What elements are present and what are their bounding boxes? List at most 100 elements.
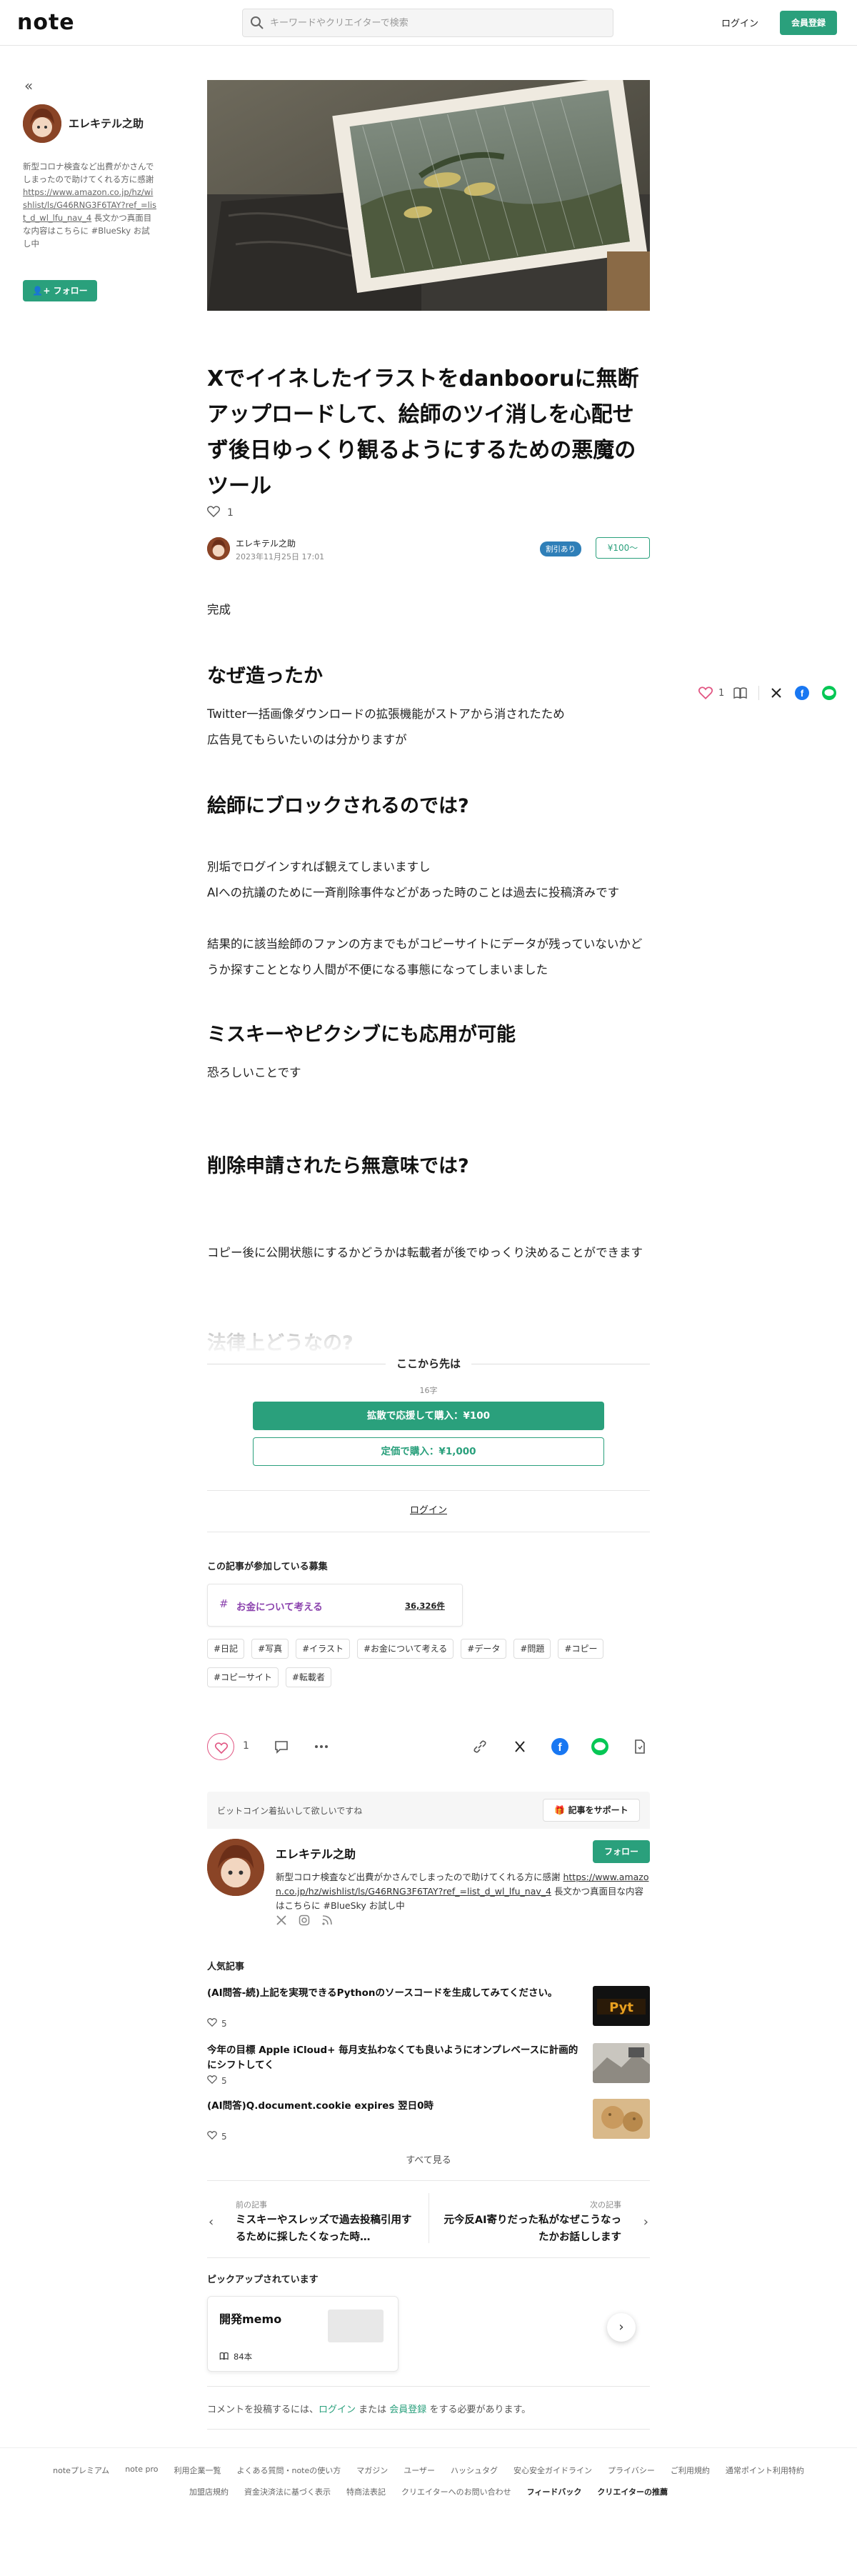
comment-text-2: または [356,2405,390,2415]
next-article-title[interactable]: 元今反AI寄りだった私がなぜこうなったかお話しします [443,2212,621,2246]
footer-link[interactable]: マガジン [356,2465,388,2476]
contest-label: この記事が参加している募集 [207,1562,328,1572]
creator-bio-text: 新型コロナ検査など出費がかさんでしまったので助けてくれる方に感謝 [276,1872,563,1882]
footer-link-recommend[interactable]: クリエイターの推薦 [597,2486,668,2497]
like-count: 1 [243,1740,249,1752]
author-avatar[interactable] [23,104,61,143]
sidebar-follow-button[interactable]: 👤+ フォロー [23,280,97,301]
meta-author-name[interactable]: エレキテル之助 [236,537,296,549]
line-share-icon[interactable] [822,686,837,700]
prev-article-title[interactable]: ミスキーやスレッズで過去投稿引用するために採したくなった時… [236,2212,414,2246]
embed-icon[interactable] [631,1738,648,1755]
hashtag-chip[interactable]: #コピー [558,1639,604,1659]
hashtag-chip[interactable]: #日記 [207,1639,245,1659]
buy-support-button[interactable]: 拡散で応援して購入：¥100 [253,1402,604,1430]
paywall-login-link[interactable]: ログイン [386,1502,471,1516]
hashtag-chip[interactable]: #転載者 [285,1667,331,1687]
footer-link[interactable]: note pro [125,2465,158,2476]
instagram-icon[interactable] [299,1914,310,1929]
search-box[interactable] [242,9,613,37]
rss-icon[interactable] [321,1914,333,1929]
footer-link-feedback[interactable]: フィードバック [527,2486,582,2497]
chevron-left-icon: ‹ [209,2215,214,2230]
footer-link[interactable]: 特商法表記 [346,2486,386,2497]
comment-icon[interactable] [273,1738,290,1755]
next-article-link[interactable]: 次の記事 元今反AI寄りだった私がなぜこうなったかお話しします › [428,2193,650,2246]
popular-item-thumbnail[interactable] [593,2043,650,2083]
footer-link[interactable]: よくある質問・noteの使い方 [236,2465,341,2476]
footer-link[interactable]: 利用企業一覧 [174,2465,221,2476]
hashtag-chip[interactable]: #お金について考える [356,1639,454,1659]
prev-article-label: 前の記事 [236,2200,267,2210]
creator-bio: 新型コロナ検査など出費がかさんでしまったので助けてくれる方に感謝 https:/… [276,1870,650,1913]
meta-author-avatar[interactable] [207,537,230,560]
copy-link-icon[interactable] [471,1738,488,1755]
popular-see-all-link[interactable]: すべて見る [386,2152,471,2166]
paragraph-block-3: 結果的に該当絵師のファンの方までもがコピーサイトにデータが残っていないかどうか探… [207,937,643,977]
popular-like-count: 5 [221,2075,227,2086]
footer-link[interactable]: ユーザー [404,2465,435,2476]
hashtag-chip[interactable]: #コピーサイト [207,1667,279,1687]
popular-item-title[interactable]: (AI問答-続)上記を実現できるPythonのソースコードを生成してみてください… [207,1986,586,2001]
x-share-bottom-icon[interactable] [511,1738,528,1755]
footer-link[interactable]: 資金決済法に基づく表示 [244,2486,331,2497]
footer-link[interactable]: ハッシュタグ [451,2465,498,2476]
creator-name[interactable]: エレキテル之助 [276,1844,356,1862]
facebook-share-bottom-icon[interactable]: f [551,1738,568,1755]
footer-link[interactable]: 加盟店規約 [189,2486,229,2497]
contest-card[interactable]: # お金について考える 36,326件 [207,1584,463,1627]
facebook-share-icon[interactable]: f [795,686,810,700]
footer-link[interactable]: ご利用規約 [671,2465,710,2476]
title-like-area[interactable]: 1 [207,506,234,520]
popular-item[interactable]: (AI問答-続)上記を実現できるPythonのソースコードを生成してみてください… [207,1986,650,2032]
collapse-sidebar-icon[interactable]: « [24,77,33,94]
more-icon[interactable] [313,1738,330,1755]
price-button[interactable]: ¥100〜 [596,537,650,559]
next-article-label: 次の記事 [590,2200,621,2210]
popular-item-thumbnail[interactable]: Pyt [593,1986,650,2026]
chevron-right-icon: › [643,2215,648,2230]
creator-social-links [276,1914,333,1929]
x-share-icon[interactable] [771,687,782,699]
contest-count[interactable]: 36,326件 [405,1600,445,1612]
note-logo[interactable]: note [17,10,75,35]
footer-link[interactable]: クリエイターへのお問い合わせ [401,2486,511,2497]
pickup-card-title[interactable]: 開発memo [219,2310,281,2327]
popular-item-title[interactable]: 今年の目標 Apple iCloud+ 毎月支払わなくても良いようにオンプレベー… [207,2043,586,2073]
hashtag-chip[interactable]: #データ [461,1639,507,1659]
x-profile-icon[interactable] [276,1914,287,1929]
pickup-next-button[interactable]: › [607,2313,636,2342]
footer-link[interactable]: プライバシー [608,2465,655,2476]
line-share-bottom-icon[interactable] [591,1738,608,1755]
heart-icon[interactable] [207,506,220,520]
footer-link[interactable]: 通常ポイント利用特約 [726,2465,804,2476]
pickup-magazine-card[interactable]: 開発memo 84本 [207,2296,399,2372]
hashtag-chip[interactable]: #イラスト [296,1639,350,1659]
header-signup-button[interactable]: 会員登録 [780,11,837,35]
support-button[interactable]: 🎁 記事をサポート [543,1799,640,1822]
search-input[interactable] [270,15,598,31]
title-like-count: 1 [227,507,234,519]
popular-item-likes: 5 [207,2131,227,2142]
buy-regular-button[interactable]: 定価で購入：¥1,000 [253,1437,604,1466]
sidebar-bio: 新型コロナ検査など出費がかさんでしまったので助けてくれる方に感謝 https:/… [23,160,157,250]
sidebar-author-name[interactable]: エレキテル之助 [69,116,144,131]
comment-login-link[interactable]: ログイン [319,2405,356,2415]
header-login-link[interactable]: ログイン [721,16,758,29]
popular-item[interactable]: 今年の目標 Apple iCloud+ 毎月支払わなくても良いようにオンプレベー… [207,2043,650,2089]
footer-link[interactable]: noteプレミアム [53,2465,109,2476]
like-button[interactable] [207,1733,234,1760]
paragraph-why-2: 広告見てもらいたいのは分かりますが [207,733,407,747]
float-heart-icon[interactable] [698,687,713,699]
popular-item[interactable]: (AI問答)Q.document.cookie expires 翌日0時 5 [207,2099,650,2145]
footer-link[interactable]: 安心安全ガイドライン [513,2465,592,2476]
hashtag-chip[interactable]: #問題 [513,1639,551,1659]
popular-item-thumbnail[interactable] [593,2099,650,2139]
creator-avatar[interactable] [207,1839,264,1896]
comment-signup-link[interactable]: 会員登録 [389,2405,426,2415]
hashtag-chip[interactable]: #写真 [251,1639,289,1659]
prev-article-link[interactable]: ‹ 前の記事 ミスキーやスレッズで過去投稿引用するために採したくなった時… [207,2193,428,2246]
popular-item-title[interactable]: (AI問答)Q.document.cookie expires 翌日0時 [207,2099,586,2114]
magazine-add-icon[interactable] [733,687,748,699]
creator-follow-button[interactable]: フォロー [593,1840,650,1863]
